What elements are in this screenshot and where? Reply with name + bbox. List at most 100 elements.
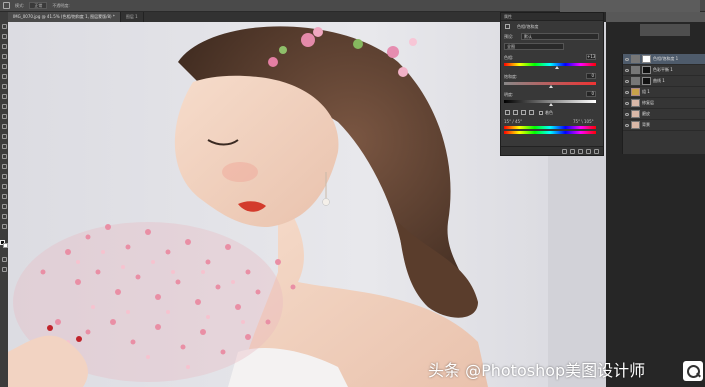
properties-panel: 属性 色相/饱和度 预设: 默认 全图 色相: +13 饱和度: 0 明度: 0…: [500, 12, 604, 156]
layer-name: 色彩平衡 1: [653, 67, 673, 72]
layer-mask-thumb[interactable]: [642, 66, 651, 74]
layer-row[interactable]: 修复层: [623, 98, 705, 109]
blend-mode-select[interactable]: 正常: [29, 2, 48, 9]
eraser-tool-icon[interactable]: [1, 124, 7, 129]
targeted-adjust-icon[interactable]: [505, 110, 510, 115]
search-logo-icon: [683, 361, 703, 381]
lightness-slider-knob[interactable]: [549, 103, 553, 106]
preset-label: 预设:: [504, 34, 514, 39]
layers-panel: 色相/饱和度 1 色彩平衡 1 曲线 1 组 1 修复层 磨皮 背景: [622, 54, 705, 154]
opacity-label: 不透明度:: [52, 2, 70, 8]
layer-name: 背景: [642, 122, 650, 127]
eyedropper-tool-icon[interactable]: [1, 74, 7, 79]
layer-row[interactable]: 曲线 1: [623, 76, 705, 87]
screen-mode-icon[interactable]: [1, 267, 7, 272]
hue-value-field[interactable]: +13: [586, 54, 596, 60]
history-brush-tool-icon[interactable]: [1, 114, 7, 119]
eye-icon[interactable]: [625, 90, 629, 94]
color-range-bar-bottom[interactable]: [504, 131, 596, 134]
eyedropper-subtract-icon[interactable]: [529, 110, 534, 115]
eye-icon[interactable]: [625, 79, 629, 83]
layer-row[interactable]: 组 1: [623, 87, 705, 98]
clip-to-layer-icon[interactable]: [562, 148, 567, 154]
layer-thumb: [631, 99, 640, 107]
layer-name: 曲线 1: [653, 78, 665, 83]
eye-icon[interactable]: [625, 57, 629, 61]
lightness-label: 明度:: [504, 92, 514, 97]
quick-select-tool-icon[interactable]: [1, 54, 7, 59]
color-range-bar-top: [504, 126, 596, 129]
watermark-text: 头条 @Photoshop美图设计师: [428, 361, 646, 380]
clone-stamp-tool-icon[interactable]: [1, 104, 7, 109]
saturation-label: 饱和度:: [504, 74, 518, 79]
saturation-slider-knob[interactable]: [549, 85, 553, 88]
gradient-tool-icon[interactable]: [1, 134, 7, 139]
saturation-value-field[interactable]: 0: [586, 73, 596, 79]
hue-slider-knob[interactable]: [555, 66, 559, 69]
layer-name: 组 1: [642, 89, 650, 94]
obscured-region: [640, 24, 690, 36]
eye-icon[interactable]: [625, 123, 629, 127]
move-tool-icon[interactable]: [1, 24, 7, 29]
eyedropper-add-icon[interactable]: [521, 110, 526, 115]
brush-tool-icon[interactable]: [3, 2, 10, 9]
layer-row[interactable]: 色彩平衡 1: [623, 65, 705, 76]
crop-tool-icon[interactable]: [1, 64, 7, 69]
document-tab-2[interactable]: 图层 1: [121, 12, 144, 22]
eye-icon[interactable]: [625, 112, 629, 116]
colorize-label: 着色: [545, 110, 553, 115]
lightness-value-field[interactable]: 0: [586, 91, 596, 97]
pen-tool-icon[interactable]: [1, 164, 7, 169]
blur-tool-icon[interactable]: [1, 144, 7, 149]
adjustment-thumb-icon: [631, 66, 640, 74]
lasso-tool-icon[interactable]: [1, 44, 7, 49]
tools-panel: [0, 12, 8, 387]
hand-tool-icon[interactable]: [1, 204, 7, 209]
layer-mask-thumb[interactable]: [642, 55, 651, 63]
hue-label: 色相:: [504, 55, 514, 60]
channel-select[interactable]: 全图: [504, 43, 564, 50]
delete-icon[interactable]: [594, 148, 599, 154]
edit-toolbar-icon[interactable]: [1, 224, 7, 229]
properties-footer: [501, 146, 603, 155]
preset-select[interactable]: 默认: [521, 33, 599, 40]
hue-saturation-icon: [505, 24, 510, 29]
layer-row[interactable]: 色相/饱和度 1: [623, 54, 705, 65]
layer-name: 修复层: [642, 100, 654, 105]
type-tool-icon[interactable]: [1, 174, 7, 179]
brush-tool-icon[interactable]: [1, 94, 7, 99]
layer-mask-thumb[interactable]: [642, 77, 651, 85]
layer-name: 磨皮: [642, 111, 650, 116]
quick-mask-icon[interactable]: [1, 257, 7, 262]
dodge-tool-icon[interactable]: [1, 154, 7, 159]
layer-row[interactable]: 背景: [623, 120, 705, 131]
hue-slider-track[interactable]: [504, 63, 596, 66]
shape-tool-icon[interactable]: [1, 194, 7, 199]
path-select-tool-icon[interactable]: [1, 184, 7, 189]
properties-title: 属性: [501, 13, 603, 21]
document-tab-active[interactable]: IMG_0070.jpg @ 41.5% (色相/饱和度 1, 图层蒙版/8) …: [8, 12, 121, 22]
obscured-region: [560, 0, 700, 12]
obscured-region: [606, 12, 705, 22]
marquee-tool-icon[interactable]: [1, 34, 7, 39]
layer-thumb: [631, 110, 640, 118]
layer-row[interactable]: 磨皮: [623, 109, 705, 120]
range-left-readout: 15° / 45°: [504, 119, 523, 124]
folder-icon: [631, 88, 640, 96]
adjustment-thumb-icon: [631, 77, 640, 85]
layer-thumb: [631, 121, 640, 129]
visibility-icon[interactable]: [586, 148, 591, 154]
reset-icon[interactable]: [578, 148, 583, 154]
zoom-tool-icon[interactable]: [1, 214, 7, 219]
adjustment-name: 色相/饱和度: [517, 24, 539, 29]
eye-icon[interactable]: [625, 68, 629, 72]
eyedropper-icon[interactable]: [513, 110, 518, 115]
eye-icon[interactable]: [625, 101, 629, 105]
adjustment-thumb-icon: [631, 55, 640, 63]
document-tab-bar: IMG_0070.jpg @ 41.5% (色相/饱和度 1, 图层蒙版/8) …: [8, 12, 506, 22]
mode-label: 模式:: [15, 2, 25, 8]
view-previous-icon[interactable]: [570, 148, 575, 154]
range-right-readout: 75° \ 105°: [573, 119, 594, 124]
colorize-checkbox[interactable]: [539, 111, 543, 115]
healing-tool-icon[interactable]: [1, 84, 7, 89]
